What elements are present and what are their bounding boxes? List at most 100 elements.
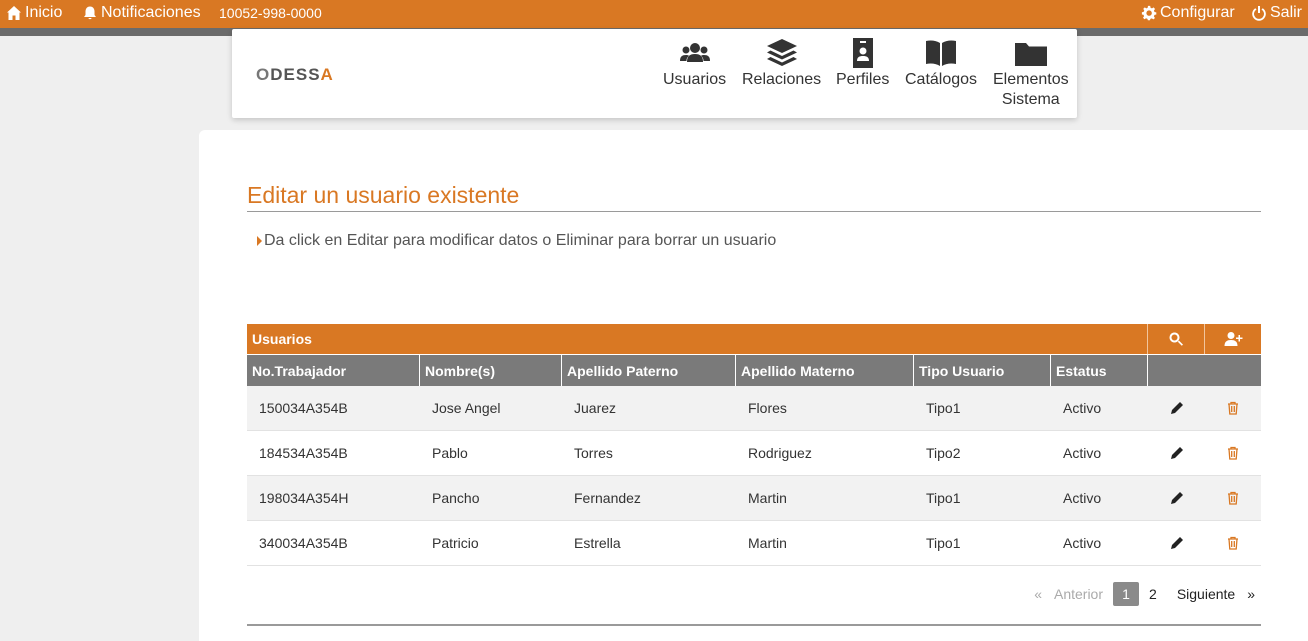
nav-relations[interactable]: Relaciones <box>742 37 821 90</box>
main-panel: Editar un usuario existente Da click en … <box>199 130 1308 641</box>
pencil-icon <box>1170 402 1183 414</box>
nav-catalogs[interactable]: Catálogos <box>905 37 977 90</box>
cell-maternal-surname: Martin <box>748 535 787 551</box>
search-icon <box>1169 332 1183 346</box>
trash-icon <box>1228 401 1238 415</box>
cell-maternal-surname: Flores <box>748 400 787 416</box>
pager-page-1[interactable]: 1 <box>1113 582 1140 606</box>
edit-button[interactable] <box>1148 476 1205 520</box>
home-icon <box>7 6 21 20</box>
nav-catalogs-label: Catálogos <box>905 71 978 88</box>
nav-elements-label-2: Sistema <box>1001 91 1060 108</box>
nav-users[interactable]: Usuarios <box>663 37 726 90</box>
delete-button[interactable] <box>1205 431 1261 475</box>
pager-next-arrow[interactable]: » <box>1241 582 1261 606</box>
id-badge-icon <box>852 38 873 68</box>
trash-icon <box>1228 536 1238 550</box>
cell-name: Pancho <box>432 490 480 506</box>
table-row: 150034A354B Jose Angel Juarez Flores Tip… <box>247 386 1261 431</box>
edit-button[interactable] <box>1148 521 1205 565</box>
nav-profiles-label: Perfiles <box>836 71 890 88</box>
gear-icon <box>1141 5 1157 21</box>
logout-label: Salir <box>1270 4 1303 21</box>
cell-user-type: Tipo2 <box>926 445 961 461</box>
table-row: 198034A354H Pancho Fernandez Martin Tipo… <box>247 476 1261 521</box>
cell-employee-number: 340034A354B <box>259 535 348 551</box>
notifications-label: Notificaciones <box>101 4 201 21</box>
nav-relations-label: Relaciones <box>742 71 822 88</box>
cell-maternal-surname: Martin <box>748 490 787 506</box>
col-header-name[interactable]: Nombre(s) <box>420 355 562 386</box>
delete-button[interactable] <box>1205 476 1261 520</box>
hint-label: Da click en Editar para modificar datos … <box>264 232 777 249</box>
nav-system-elements[interactable]: Elementos Sistema <box>993 37 1069 110</box>
config-label: Configurar <box>1160 4 1235 21</box>
users-table: Usuarios No.Trabajador Nombre(s) Apellid… <box>247 324 1261 566</box>
table-caption: Usuarios <box>252 331 312 347</box>
home-label: Inicio <box>25 4 63 21</box>
nav-elements-label-1: Elementos <box>993 71 1069 88</box>
nav-users-label: Usuarios <box>663 71 727 88</box>
col-header-actions <box>1148 355 1261 386</box>
logout-link[interactable]: Salir <box>1251 4 1302 22</box>
page-title: Editar un usuario existente <box>247 182 520 208</box>
table-caption-bar: Usuarios <box>247 324 1261 354</box>
book-open-icon <box>926 40 957 66</box>
top-bar: Inicio Notificaciones 10052-998-0000 Con… <box>0 0 1308 28</box>
cell-paternal-surname: Juarez <box>574 400 617 416</box>
cell-employee-number: 184534A354B <box>259 445 348 461</box>
home-link[interactable]: Inicio <box>6 4 62 22</box>
delete-button[interactable] <box>1205 386 1261 430</box>
cell-maternal-surname: Rodriguez <box>748 445 812 461</box>
table-row: 184534A354B Pablo Torres Rodriguez Tipo2… <box>247 431 1261 476</box>
cell-user-type: Tipo1 <box>926 535 961 551</box>
pencil-icon <box>1170 537 1183 549</box>
nav-profiles[interactable]: Perfiles <box>836 37 889 90</box>
notifications-link[interactable]: Notificaciones <box>82 4 201 22</box>
pager-prev: Anterior <box>1053 586 1104 602</box>
cell-paternal-surname: Torres <box>574 445 613 461</box>
pager-page-2[interactable]: 2 <box>1143 582 1163 606</box>
col-header-employee-number[interactable]: No.Trabajador <box>247 355 420 386</box>
nav-card: ODESSA Usuarios Relaciones Perfiles Catá… <box>232 29 1077 118</box>
cell-status: Activo <box>1063 490 1102 506</box>
cell-status: Activo <box>1063 535 1102 551</box>
layers-icon <box>766 39 797 66</box>
cell-name: Pablo <box>432 445 468 461</box>
col-header-user-type[interactable]: Tipo Usuario <box>914 355 1051 386</box>
pager-next[interactable]: Siguiente <box>1171 582 1241 606</box>
trash-icon <box>1228 446 1238 460</box>
power-icon <box>1252 6 1266 21</box>
bottom-divider <box>247 624 1261 626</box>
pager-prev-arrow: « <box>1034 586 1042 602</box>
col-header-paternal-surname[interactable]: Apellido Paterno <box>562 355 736 386</box>
cell-status: Activo <box>1063 445 1102 461</box>
cell-employee-number: 198034A354H <box>259 490 349 506</box>
user-plus-icon <box>1224 332 1242 346</box>
folder-icon <box>1014 43 1047 66</box>
cell-status: Activo <box>1063 400 1102 416</box>
config-link[interactable]: Configurar <box>1141 4 1235 22</box>
edit-button[interactable] <box>1148 386 1205 430</box>
cell-name: Jose Angel <box>432 400 501 416</box>
cell-name: Patricio <box>432 535 479 551</box>
cell-user-type: Tipo1 <box>926 490 961 506</box>
table-header-row: No.Trabajador Nombre(s) Apellido Paterno… <box>247 355 1261 386</box>
pencil-icon <box>1170 492 1183 504</box>
search-button[interactable] <box>1147 324 1204 354</box>
cell-employee-number: 150034A354B <box>259 400 348 416</box>
caret-right-icon <box>257 236 262 246</box>
col-header-maternal-surname[interactable]: Apellido Materno <box>736 355 914 386</box>
table-row: 340034A354B Patricio Estrella Martin Tip… <box>247 521 1261 566</box>
edit-button[interactable] <box>1148 431 1205 475</box>
cell-paternal-surname: Estrella <box>574 535 621 551</box>
odessa-logo: ODESSA <box>256 65 334 84</box>
cell-paternal-surname: Fernandez <box>574 490 641 506</box>
add-user-button[interactable] <box>1204 324 1261 354</box>
trash-icon <box>1228 491 1238 505</box>
col-header-status[interactable]: Estatus <box>1051 355 1148 386</box>
phone-number: 10052-998-0000 <box>219 5 322 21</box>
pencil-icon <box>1170 447 1183 459</box>
hint-text: Da click en Editar para modificar datos … <box>257 232 776 250</box>
delete-button[interactable] <box>1205 521 1261 565</box>
